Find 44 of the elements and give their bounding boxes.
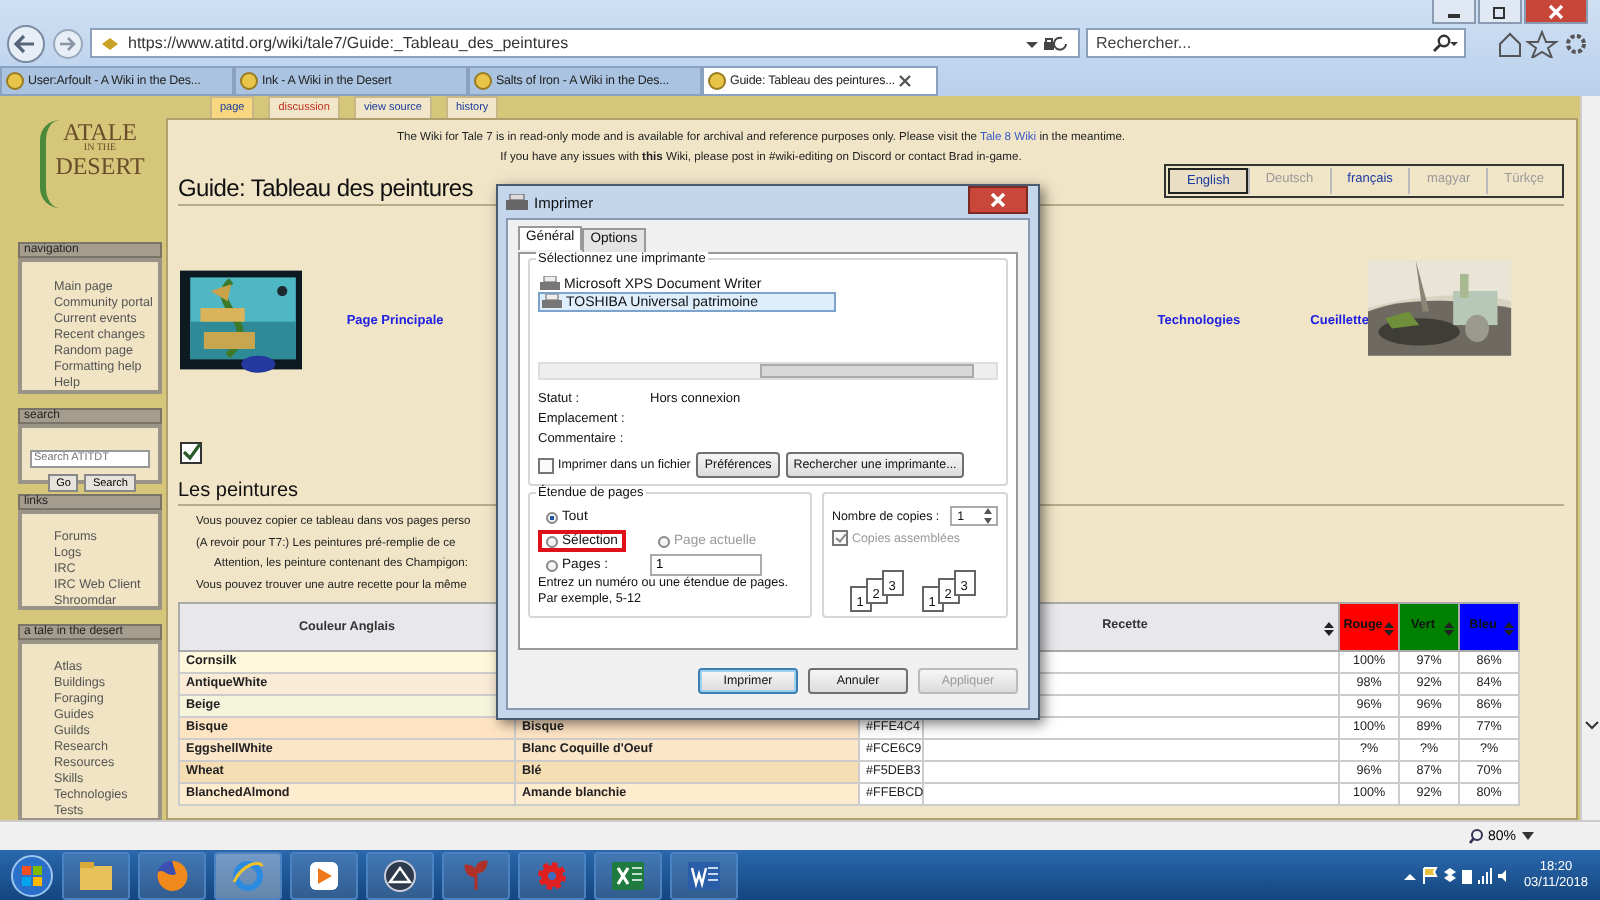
- url-text: https://www.atitd.org/wiki/tale7/Guide:_Tableau_des_peintures: [128, 34, 571, 52]
- favicon-icon: [6, 72, 24, 90]
- search-field[interactable]: Rechercher...: [1086, 28, 1466, 58]
- close-icon[interactable]: [898, 74, 913, 88]
- scrollbar[interactable]: [1580, 96, 1600, 820]
- favicon-icon: [708, 72, 726, 90]
- back-button[interactable]: [6, 23, 46, 63]
- toolbar-icons[interactable]: [1496, 29, 1588, 57]
- close-icon: [990, 192, 1006, 208]
- restore-icon: [1492, 3, 1508, 19]
- forward-button[interactable]: [52, 27, 84, 59]
- minimize-button[interactable]: [1432, 0, 1476, 24]
- folder-icon: [80, 861, 112, 889]
- taskbar-app[interactable]: [366, 851, 434, 899]
- close-button[interactable]: [968, 186, 1028, 214]
- checkbox-image-icon: [180, 442, 202, 464]
- caret-icon[interactable]: [1583, 720, 1599, 732]
- taskbar-app[interactable]: [670, 851, 738, 899]
- browser-icon: [232, 859, 264, 891]
- gear-icon: [536, 859, 568, 891]
- address-bar[interactable]: https://www.atitd.org/wiki/tale7/Guide:_Tableau_des_peintures: [90, 28, 1080, 58]
- sort-icon[interactable]: [1324, 622, 1334, 636]
- site-icon: [100, 35, 120, 51]
- favicon-icon: [474, 72, 492, 90]
- page-title: Guide: Tableau des peintures: [178, 174, 473, 202]
- pyramid-icon: [384, 859, 416, 891]
- zoom-icon[interactable]: [1467, 828, 1484, 844]
- spreadsheet-icon: [612, 859, 644, 891]
- close-icon: [1548, 3, 1564, 19]
- document-icon: [688, 859, 720, 891]
- scrollbar[interactable]: [538, 362, 998, 380]
- printer-icon: [506, 193, 528, 211]
- browser-icon: [156, 859, 188, 891]
- taskbar-app[interactable]: [290, 851, 358, 899]
- caret-icon[interactable]: [1520, 830, 1536, 842]
- tray-icons[interactable]: [1403, 865, 1508, 885]
- start-button[interactable]: [10, 853, 54, 897]
- play-icon: [308, 859, 340, 891]
- favicon-icon: [240, 72, 258, 90]
- lock-refresh-icon[interactable]: [1026, 35, 1070, 51]
- restore-button[interactable]: [1478, 0, 1522, 24]
- sprout-icon: [460, 859, 492, 891]
- close-button[interactable]: [1524, 0, 1588, 24]
- taskbar-app[interactable]: [594, 851, 662, 899]
